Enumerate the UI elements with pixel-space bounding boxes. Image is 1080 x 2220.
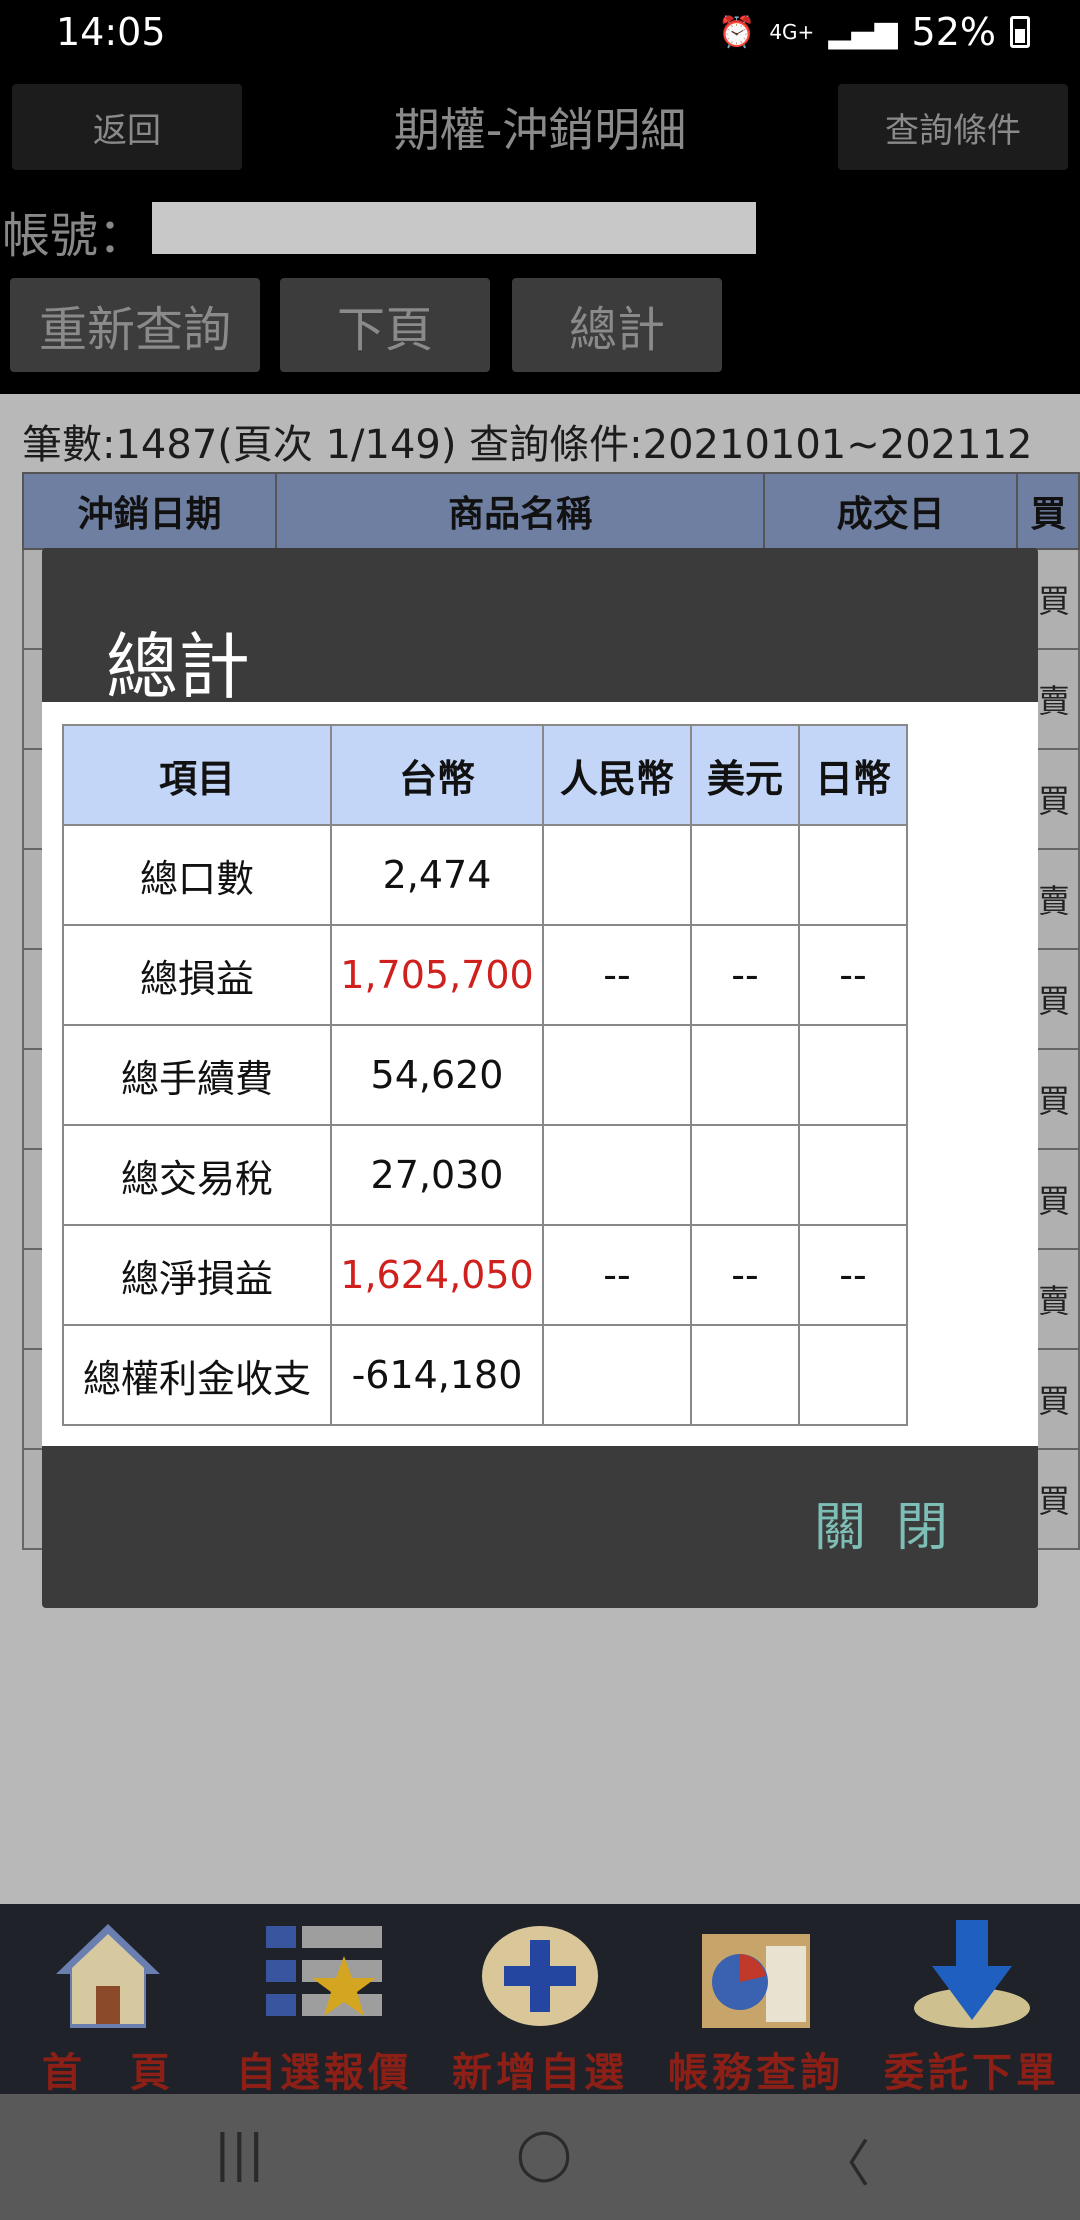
row-cny bbox=[542, 824, 692, 926]
status-time: 14:05 bbox=[56, 10, 166, 54]
row-usd: -- bbox=[690, 924, 800, 1026]
row-twd: 54,620 bbox=[330, 1024, 544, 1126]
next-page-button[interactable]: 下頁 bbox=[280, 278, 490, 372]
nav-home[interactable]: 首 頁 bbox=[0, 1904, 216, 2096]
home-circle-icon[interactable]: ◯ bbox=[516, 2124, 572, 2182]
row-item: 總口數 bbox=[62, 824, 332, 926]
battery-percent: 52% bbox=[911, 10, 996, 54]
account-field[interactable] bbox=[152, 202, 756, 254]
row-usd bbox=[690, 1024, 800, 1126]
nav-label: 新增自選 bbox=[452, 2050, 628, 2096]
account-label: 帳號： bbox=[2, 208, 147, 264]
order-down-arrow-icon bbox=[914, 1920, 1030, 2028]
row-usd bbox=[690, 1324, 800, 1426]
nav-add-watchlist[interactable]: 新增自選 bbox=[432, 1904, 648, 2096]
summary-row: 總淨損益 1,624,050 -- -- -- bbox=[62, 1224, 908, 1326]
total-dialog: 總計 項目 台幣 人民幣 美元 日幣 總口數 2,474 總損益 1,705,7… bbox=[42, 548, 1038, 1608]
alarm-icon: ⏰ bbox=[717, 14, 756, 50]
summary-row: 總損益 1,705,700 -- -- -- bbox=[62, 924, 908, 1026]
back-chevron-icon[interactable]: 〈 bbox=[820, 2124, 870, 2196]
close-button[interactable]: 關閉 bbox=[814, 1485, 978, 1560]
app-header: 返回 期權-沖銷明細 查詢條件 bbox=[0, 64, 1080, 174]
row-jpy: -- bbox=[798, 924, 908, 1026]
row-cny bbox=[542, 1124, 692, 1226]
summary-row: 總權利金收支 -614,180 bbox=[62, 1324, 908, 1426]
header-cell: 成交日 bbox=[765, 474, 1019, 548]
signal-icon: ▂▄▆ bbox=[828, 14, 898, 50]
summary-table: 項目 台幣 人民幣 美元 日幣 總口數 2,474 總損益 1,705,700 … bbox=[62, 724, 908, 1426]
row-twd: 1,624,050 bbox=[330, 1224, 544, 1326]
row-twd: -614,180 bbox=[330, 1324, 544, 1426]
row-jpy bbox=[798, 824, 908, 926]
header-cell: 沖銷日期 bbox=[24, 474, 278, 548]
nav-label: 委託下單 bbox=[884, 2050, 1060, 2096]
nav-label: 自選報價 bbox=[236, 2050, 412, 2096]
action-row: 重新查詢 下頁 總計 bbox=[0, 270, 1080, 394]
bottom-nav: 首 頁 自選報價 新增自選 帳務查詢 委託下單 bbox=[0, 1904, 1080, 2096]
status-bar: 14:05 ⏰ 4G+ ▂▄▆ 52% bbox=[0, 0, 1080, 64]
android-nav-bar: ||| ◯ 〈 bbox=[0, 2094, 1080, 2220]
summary-header-row: 項目 台幣 人民幣 美元 日幣 bbox=[62, 724, 908, 826]
row-cny bbox=[542, 1024, 692, 1126]
recent-apps-icon[interactable]: ||| bbox=[214, 2124, 265, 2182]
total-button[interactable]: 總計 bbox=[512, 278, 722, 372]
row-item: 總交易稅 bbox=[62, 1124, 332, 1226]
nav-label: 首 頁 bbox=[42, 2050, 174, 2096]
home-icon bbox=[56, 1924, 160, 2028]
dialog-body: 項目 台幣 人民幣 美元 日幣 總口數 2,474 總損益 1,705,700 … bbox=[42, 702, 1038, 1446]
row-twd: 1,705,700 bbox=[330, 924, 544, 1026]
nav-label: 帳務查詢 bbox=[668, 2050, 844, 2096]
background-table: 沖銷日期 商品名稱 成交日 買 買 賣 買 賣 買 買 買 賣 買 買 bbox=[22, 472, 1080, 1550]
summary-row: 總手續費 54,620 bbox=[62, 1024, 908, 1126]
requery-button[interactable]: 重新查詢 bbox=[10, 278, 260, 372]
watchlist-star-icon bbox=[266, 1926, 382, 2016]
summary-row: 總口數 2,474 bbox=[62, 824, 908, 926]
row-twd: 27,030 bbox=[330, 1124, 544, 1226]
row-item: 總手續費 bbox=[62, 1024, 332, 1126]
add-plus-icon bbox=[482, 1926, 598, 2026]
header-cell: 商品名稱 bbox=[277, 474, 766, 548]
header-cell: 買 bbox=[1030, 494, 1067, 535]
row-jpy bbox=[798, 1024, 908, 1126]
row-jpy bbox=[798, 1324, 908, 1426]
row-item: 總權利金收支 bbox=[62, 1324, 332, 1426]
row-cny: -- bbox=[542, 924, 692, 1026]
row-jpy bbox=[798, 1124, 908, 1226]
nav-place-order[interactable]: 委託下單 bbox=[864, 1904, 1080, 2096]
col-header-jpy: 日幣 bbox=[798, 724, 908, 826]
account-folder-icon bbox=[702, 1934, 810, 2028]
row-item: 總損益 bbox=[62, 924, 332, 1026]
summary-row: 總交易稅 27,030 bbox=[62, 1124, 908, 1226]
row-twd: 2,474 bbox=[330, 824, 544, 926]
col-header-twd: 台幣 bbox=[330, 724, 544, 826]
nav-watchlist[interactable]: 自選報價 bbox=[216, 1904, 432, 2096]
row-jpy: -- bbox=[798, 1224, 908, 1326]
background-table-header: 沖銷日期 商品名稱 成交日 買 bbox=[22, 472, 1080, 550]
network-type: 4G+ bbox=[769, 20, 815, 44]
col-header-usd: 美元 bbox=[690, 724, 800, 826]
record-summary: 筆數:1487(頁次 1/149) 查詢條件:20210101~202112 bbox=[22, 422, 1033, 468]
battery-icon bbox=[1010, 16, 1030, 48]
row-cny: -- bbox=[542, 1224, 692, 1326]
nav-account-query[interactable]: 帳務查詢 bbox=[648, 1904, 864, 2096]
col-header-cny: 人民幣 bbox=[542, 724, 692, 826]
account-row: 帳號： bbox=[0, 174, 1080, 278]
col-header-item: 項目 bbox=[62, 724, 332, 826]
row-usd bbox=[690, 824, 800, 926]
row-usd: -- bbox=[690, 1224, 800, 1326]
row-usd bbox=[690, 1124, 800, 1226]
dialog-title: 總計 bbox=[106, 625, 251, 709]
row-item: 總淨損益 bbox=[62, 1224, 332, 1326]
query-conditions-button[interactable]: 查詢條件 bbox=[838, 84, 1068, 170]
row-cny bbox=[542, 1324, 692, 1426]
